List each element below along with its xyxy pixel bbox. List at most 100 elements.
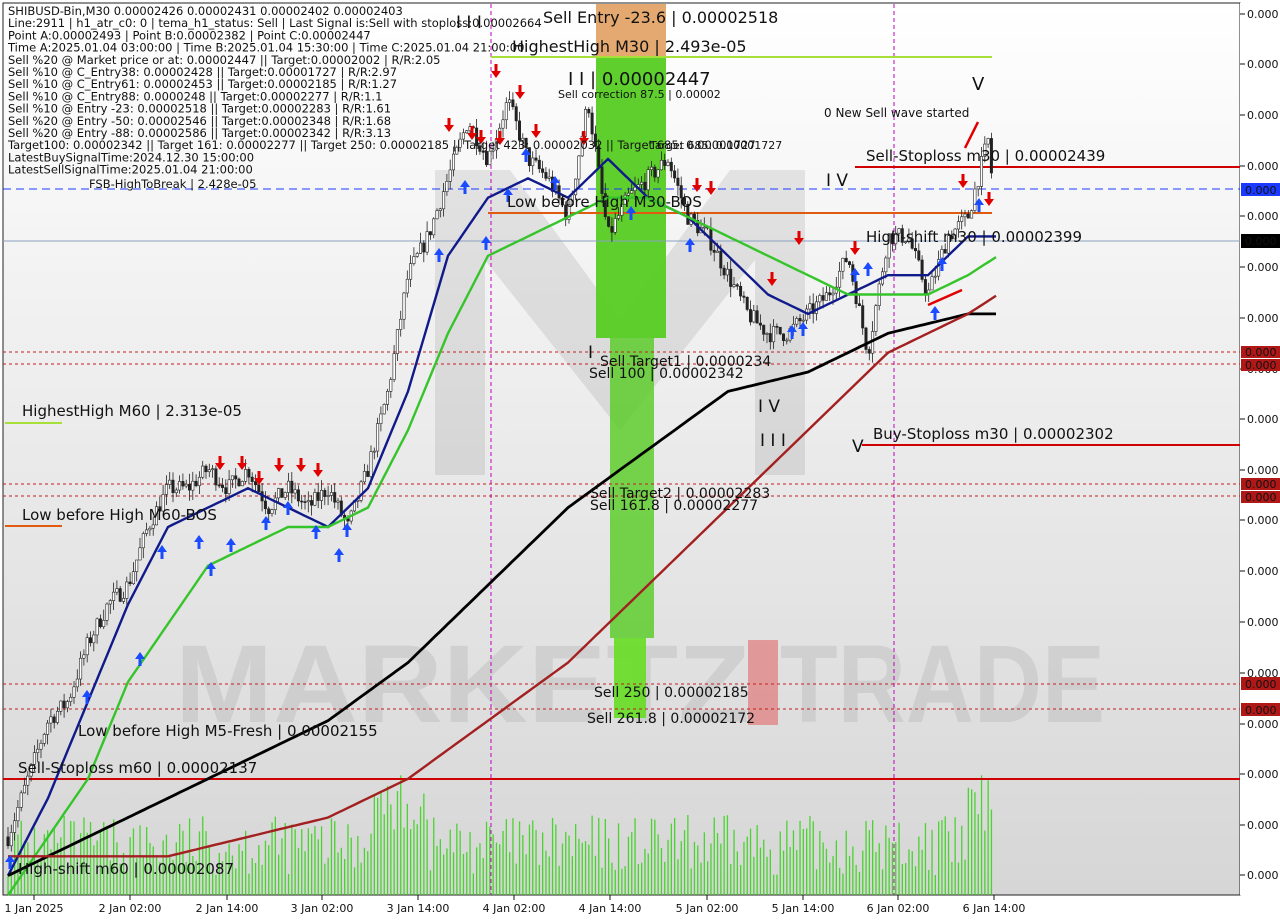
volume-bar: [429, 870, 432, 895]
red-price-tag: 0.000: [1245, 678, 1277, 691]
time-tick-label: 2 Jan 02:00: [99, 902, 162, 915]
candle-body: [19, 792, 23, 808]
price-tick-label: 0.000: [1247, 464, 1279, 477]
candle-body: [438, 208, 442, 211]
volume-bar: [565, 831, 567, 895]
candle-body: [201, 465, 205, 478]
candle-body: [465, 130, 469, 134]
candle-body: [960, 216, 964, 222]
candle-body: [95, 618, 99, 636]
volume-bar: [697, 845, 699, 895]
candle-body: [653, 166, 657, 178]
candle-body: [59, 700, 63, 712]
volume-bar: [254, 862, 257, 895]
candle-body: [715, 250, 719, 253]
volume-bar: [528, 824, 531, 895]
volume-bar: [581, 842, 583, 895]
candle-body: [818, 295, 822, 303]
volume-bar: [789, 846, 791, 895]
volume-bar: [476, 847, 478, 895]
volume-bar: [680, 841, 682, 895]
volume-bar: [571, 856, 573, 895]
candle-body: [13, 820, 17, 833]
candle-body: [178, 481, 182, 491]
volume-bar: [984, 830, 986, 895]
candle-body: [963, 213, 967, 218]
volume-bar: [439, 839, 441, 895]
volume-bar: [964, 859, 966, 895]
candle-body: [395, 329, 399, 354]
candle-body: [184, 483, 188, 487]
volume-bar: [20, 820, 22, 895]
price-tick-label: 0.000: [1247, 565, 1279, 578]
volume-bar: [558, 865, 560, 895]
volume-bar: [644, 848, 646, 895]
candle-body: [831, 292, 835, 296]
candle-body: [376, 423, 380, 452]
volume-bar: [386, 786, 389, 895]
price-tick-label: 0.000: [1247, 413, 1279, 426]
volume-bar: [687, 815, 689, 895]
candle-body: [329, 492, 333, 496]
volume-bar: [674, 818, 676, 895]
volume-bar: [350, 837, 352, 895]
candle-body: [847, 261, 851, 265]
volume-bar: [73, 821, 75, 895]
volume-bar: [291, 824, 293, 895]
volume-bar: [588, 844, 590, 895]
volume-bar: [746, 836, 748, 895]
volume-bar: [462, 853, 465, 895]
candle-body: [214, 468, 218, 486]
candle-body: [79, 657, 83, 680]
volume-bar: [759, 847, 762, 895]
volume-bar: [657, 834, 659, 895]
candle-body: [52, 716, 56, 723]
volume-bar: [782, 850, 785, 895]
volume-bar: [842, 873, 844, 895]
candle-body: [412, 256, 416, 264]
price-tick-label: 0.000: [1247, 109, 1279, 122]
time-tick-label: 5 Jan 02:00: [676, 902, 739, 915]
volume-bar: [641, 862, 643, 895]
candle-body: [673, 170, 677, 179]
volume-bar: [624, 866, 626, 895]
candle-body: [372, 450, 376, 453]
sell-correction-label: Sell correction 87.5 | 0.00002: [558, 88, 721, 101]
candle-body: [188, 483, 192, 491]
volume-bar: [251, 858, 253, 895]
volume-bar: [654, 819, 656, 895]
candle-body: [405, 278, 409, 294]
candle-body: [884, 257, 888, 273]
red-price-tag: 0.000: [1245, 346, 1277, 359]
candle-body: [748, 309, 752, 323]
candle-body: [280, 488, 284, 498]
candle-body: [145, 529, 149, 534]
candle-body: [250, 476, 254, 482]
time-tick-label: 3 Jan 02:00: [291, 902, 354, 915]
volume-bar: [235, 868, 237, 895]
time-tick-label: 6 Jan 02:00: [867, 902, 930, 915]
volume-bar: [806, 828, 808, 895]
candle-body: [663, 160, 667, 166]
candle-body: [534, 157, 538, 161]
trading-chart[interactable]: MARKETZ TRADE SHIBUSD-Bin,M30 0.00002426…: [0, 0, 1280, 920]
candle-body: [191, 480, 195, 491]
volume-bar: [954, 817, 956, 895]
candle-body: [389, 379, 393, 392]
candle-body: [323, 489, 327, 497]
volume-bar: [469, 832, 471, 895]
candle-body: [16, 807, 20, 822]
fsb-label: FSB-HighToBreak | 2.428e-05: [89, 177, 256, 191]
candle-body: [359, 481, 363, 501]
wave-label: V: [972, 74, 985, 95]
volume-bar: [819, 830, 821, 895]
volume-bar: [377, 797, 379, 895]
candle-body: [785, 339, 789, 342]
volume-bar: [769, 849, 771, 895]
price-tick-label: 0.000: [1247, 261, 1279, 274]
volume-bar: [363, 847, 366, 895]
volume-bar: [324, 863, 326, 895]
candle-body: [814, 301, 818, 314]
candle-body: [277, 488, 281, 499]
candle-body: [531, 157, 535, 167]
